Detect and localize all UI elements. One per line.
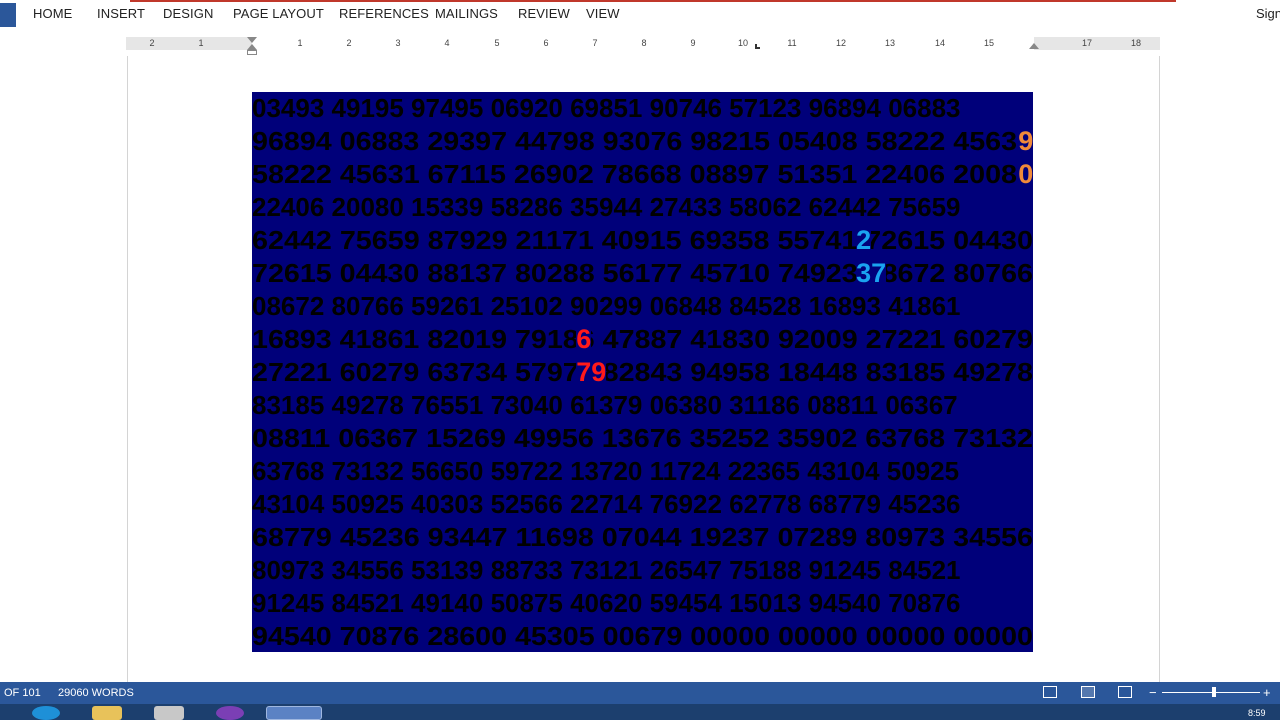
highlighted-digits: 6 [576, 323, 592, 356]
print-layout-icon[interactable] [1081, 686, 1095, 698]
right-indent-marker[interactable] [1029, 43, 1039, 49]
number-row: 68779 45236 93447 11698 07044 19237 0728… [252, 522, 1033, 552]
tab-mailings[interactable]: MAILINGS [435, 6, 498, 21]
page-count[interactable]: OF 101 [4, 687, 41, 699]
ruler-label: 2 [149, 38, 155, 48]
highlighted-digits: 9 [1018, 125, 1033, 158]
ruler-label: 3 [395, 38, 401, 48]
number-grid-table[interactable]: 03493 49195 97495 06920 69851 90746 5712… [252, 92, 1033, 652]
ruler-label: 13 [884, 38, 896, 48]
highlighted-digits: 2 [856, 224, 872, 257]
ruler-label: 6 [543, 38, 549, 48]
word-taskbar-icon[interactable] [266, 706, 322, 720]
clock: 8:59 [1248, 708, 1266, 718]
browser-icon[interactable] [216, 706, 244, 720]
number-row: 27221 60279 63734 57973 82843 94958 1844… [252, 357, 1033, 387]
tab-stop-marker[interactable] [755, 44, 760, 49]
ruler-label: 4 [444, 38, 450, 48]
ruler-label: 18 [1130, 38, 1142, 48]
number-row: 03493 49195 97495 06920 69851 90746 5712… [252, 93, 961, 123]
number-row: 62442 75659 87929 21171 40915 69358 5574… [252, 225, 1033, 255]
ruler-label: 12 [835, 38, 847, 48]
ruler-label: 11 [787, 38, 797, 48]
ribbon: HOME INSERT DESIGN PAGE LAYOUT REFERENCE… [0, 0, 1280, 30]
tab-references[interactable]: REFERENCES [339, 6, 429, 21]
file-explorer-icon[interactable] [92, 706, 122, 720]
number-row: 83185 49278 76551 73040 61379 06380 3118… [252, 390, 958, 420]
page-edge-left [127, 56, 128, 682]
ruler-label: 10 [737, 38, 749, 48]
media-icon[interactable] [154, 706, 184, 720]
taskbar: 8:59 [0, 704, 1280, 720]
number-row: 16893 41861 82019 79186 47887 41830 9200… [252, 324, 1033, 354]
tab-home[interactable]: HOME [33, 6, 72, 21]
number-row: 63768 73132 56650 59722 13720 11724 2236… [252, 456, 960, 486]
ruler-label: 17 [1081, 38, 1093, 48]
ruler-label: 9 [690, 38, 696, 48]
tab-design[interactable]: DESIGN [163, 6, 213, 21]
ruler-label: 15 [983, 38, 995, 48]
ruler-label: 14 [934, 38, 946, 48]
ruler-label: 7 [592, 38, 598, 48]
left-indent-marker[interactable] [247, 50, 257, 55]
zoom-out-button[interactable]: − [1149, 685, 1157, 700]
number-row: 72615 04430 88137 80288 56177 45710 7492… [252, 258, 1033, 288]
number-row: 43104 50925 40303 52566 22714 76922 6277… [252, 489, 961, 519]
number-row: 96894 06883 29397 44798 93076 98215 0540… [252, 126, 1033, 156]
ruler-label: 1 [198, 38, 204, 48]
tab-insert[interactable]: INSERT [97, 6, 145, 21]
word-count[interactable]: 29060 WORDS [58, 687, 134, 699]
highlighted-digits: 02 [1018, 158, 1033, 191]
sign-in-link[interactable]: Sign [1256, 6, 1280, 21]
status-bar: OF 101 29060 WORDS − + [0, 682, 1280, 704]
tab-view[interactable]: VIEW [586, 6, 620, 21]
zoom-slider-thumb[interactable] [1212, 687, 1216, 697]
ruler-label: 1 [297, 38, 303, 48]
number-row: 94540 70876 28600 45305 00679 00000 0000… [252, 621, 1033, 651]
number-row: 91245 84521 49140 50875 40620 59454 1501… [252, 588, 961, 618]
tab-page-layout[interactable]: PAGE LAYOUT [233, 6, 324, 21]
web-layout-icon[interactable] [1118, 686, 1132, 698]
number-row: 58222 45631 67115 26902 78668 08897 5135… [252, 159, 1033, 189]
first-line-indent-marker[interactable] [247, 37, 257, 43]
ruler-label: 8 [641, 38, 647, 48]
zoom-in-button[interactable]: + [1263, 685, 1271, 700]
tab-review[interactable]: REVIEW [518, 6, 570, 21]
highlighted-digits: 37 [856, 257, 887, 290]
number-row: 08672 80766 59261 25102 90299 06848 8452… [252, 291, 961, 321]
title-bar-accent [130, 0, 1176, 2]
page-edge-right [1159, 56, 1160, 682]
ruler-label: 2 [346, 38, 352, 48]
number-row: 80973 34556 53139 88733 73121 26547 7518… [252, 555, 961, 585]
number-row: 22406 20080 15339 58286 35944 27433 5806… [252, 192, 961, 222]
read-mode-icon[interactable] [1043, 686, 1057, 698]
zoom-slider[interactable] [1162, 687, 1260, 697]
highlighted-digits: 79 [576, 356, 607, 389]
horizontal-ruler[interactable]: 2 1 1 2 3 4 5 6 7 8 9 10 11 12 13 14 15 … [126, 37, 1160, 55]
number-row: 08811 06367 15269 49956 13676 35252 3590… [252, 423, 1033, 453]
file-tab[interactable] [0, 3, 16, 27]
ruler-label: 5 [494, 38, 500, 48]
internet-explorer-icon[interactable] [32, 706, 60, 720]
